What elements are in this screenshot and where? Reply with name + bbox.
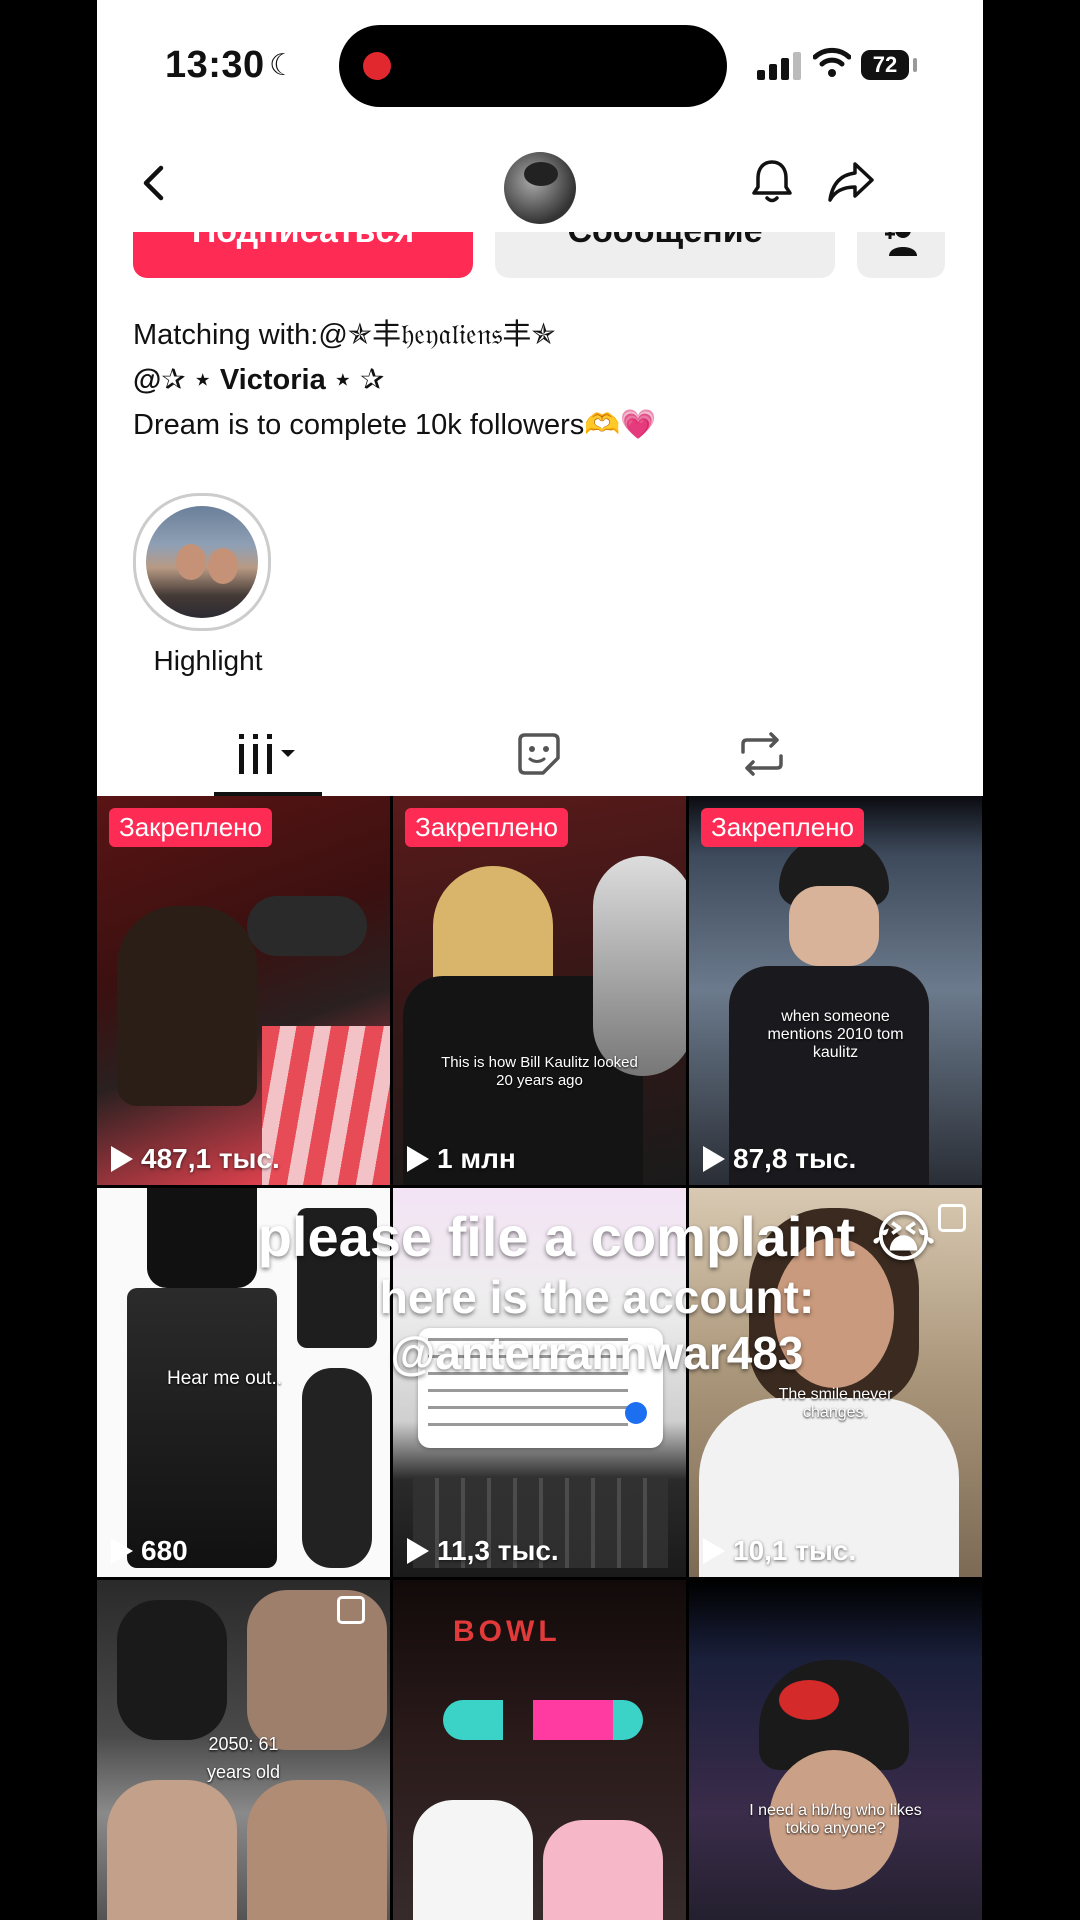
profile-tabs: [97, 710, 983, 797]
video-caption: This is how Bill Kaulitz looked 20 years…: [441, 1054, 638, 1089]
bio-line: @✰ ⋆ Victoria ⋆ ✰: [133, 364, 385, 396]
view-count-text: 487,1 тыс.: [141, 1143, 280, 1174]
view-count-text: 1 млн: [437, 1143, 516, 1174]
view-count: 10,1 тыс.: [703, 1535, 856, 1567]
video-caption: I need a hb/hg who likes tokio anyone?: [749, 1802, 922, 1837]
overlay-text: please file a complaint 😭 here is the ac…: [217, 1205, 977, 1381]
videos-grid-icon: [239, 734, 295, 774]
tab-reposts[interactable]: [687, 710, 982, 796]
play-icon: [407, 1538, 429, 1564]
moon-icon: ☾: [269, 49, 296, 82]
overlay-line: here is the account:: [379, 1271, 815, 1323]
play-icon: [703, 1538, 725, 1564]
message-button[interactable]: Сообщение: [495, 232, 835, 278]
overlay-line: @anterrannwar483: [390, 1327, 804, 1379]
video-tile[interactable]: BOWL: [393, 1580, 686, 1920]
video-tile[interactable]: I need a hb/hg who likes tokio anyone?: [689, 1580, 982, 1920]
pinned-badge: Закреплено: [109, 808, 272, 847]
highlight-label: Highlight: [153, 645, 263, 676]
battery-icon: 72: [861, 50, 909, 80]
play-icon: [407, 1146, 429, 1172]
follow-button[interactable]: Подписаться: [133, 232, 473, 278]
highlight-image: [146, 506, 258, 618]
share-icon[interactable]: [825, 156, 877, 206]
profile-avatar[interactable]: [504, 152, 576, 224]
status-bar: 13:30 ☾ 72: [97, 0, 983, 132]
play-icon: [703, 1146, 725, 1172]
video-tile[interactable]: when someone mentions 2010 tom kaulitz З…: [689, 796, 982, 1185]
view-count-text: 10,1 тыс.: [733, 1535, 857, 1566]
bell-icon[interactable]: [747, 156, 797, 206]
add-person-icon: [885, 232, 917, 256]
video-caption: when someone mentions 2010 tom kaulitz: [767, 1008, 904, 1061]
tab-stickers[interactable]: [392, 710, 687, 796]
view-count: 680: [111, 1535, 188, 1567]
profile-nav-bar: [97, 132, 983, 232]
view-count-text: 11,3 тыс.: [437, 1535, 559, 1566]
tab-videos[interactable]: [97, 710, 392, 796]
video-caption: 2050: 61 years old: [206, 1734, 281, 1782]
pinned-badge: Закреплено: [405, 808, 568, 847]
video-tile[interactable]: This is how Bill Kaulitz looked 20 years…: [393, 796, 686, 1185]
video-caption: The smile never changes.: [778, 1386, 893, 1421]
repost-icon: [741, 732, 783, 776]
video-caption: BOWL: [453, 1615, 561, 1648]
multi-photo-icon: [337, 1596, 365, 1624]
overlay-line: please file a complaint 😭: [257, 1205, 937, 1268]
view-count-text: 680: [141, 1535, 188, 1566]
sticker-icon: [518, 733, 560, 775]
view-count-text: 87,8 тыс.: [733, 1143, 857, 1174]
suggested-accounts-button[interactable]: [857, 232, 945, 278]
video-tile[interactable]: 2050: 61 years old: [97, 1580, 390, 1920]
view-count: 487,1 тыс.: [111, 1143, 280, 1175]
highlight-thumbnail: [133, 493, 271, 631]
view-count: 87,8 тыс.: [703, 1143, 856, 1175]
bio-line: Matching with:@✯丰𝔥𝔢𝔶𝔞𝔩𝔦𝔢𝔫𝔰丰✯: [133, 319, 556, 351]
video-tile[interactable]: Закреплено 487,1 тыс.: [97, 796, 390, 1185]
status-time: 13:30: [165, 44, 265, 86]
play-icon: [111, 1146, 133, 1172]
recording-indicator-icon: [363, 52, 391, 80]
cellular-signal-icon: [757, 50, 803, 80]
phone-screen: 13:30 ☾ 72 Под: [97, 0, 983, 1920]
dynamic-island: [339, 25, 727, 107]
profile-bio: Matching with:@✯丰𝔥𝔢𝔶𝔞𝔩𝔦𝔢𝔫𝔰丰✯ @✰ ⋆ Victor…: [133, 313, 953, 448]
wifi-icon: [813, 47, 851, 77]
view-count: 1 млн: [407, 1143, 516, 1175]
back-arrow-icon[interactable]: [133, 160, 179, 206]
play-icon: [111, 1538, 133, 1564]
battery-nub: [913, 58, 917, 72]
view-count: 11,3 тыс.: [407, 1535, 559, 1567]
profile-actions: Подписаться Сообщение: [97, 232, 983, 282]
story-highlight[interactable]: Highlight: [133, 493, 283, 677]
bio-line: Dream is to complete 10k followers🫶💗: [133, 409, 657, 441]
pinned-badge: Закреплено: [701, 808, 864, 847]
